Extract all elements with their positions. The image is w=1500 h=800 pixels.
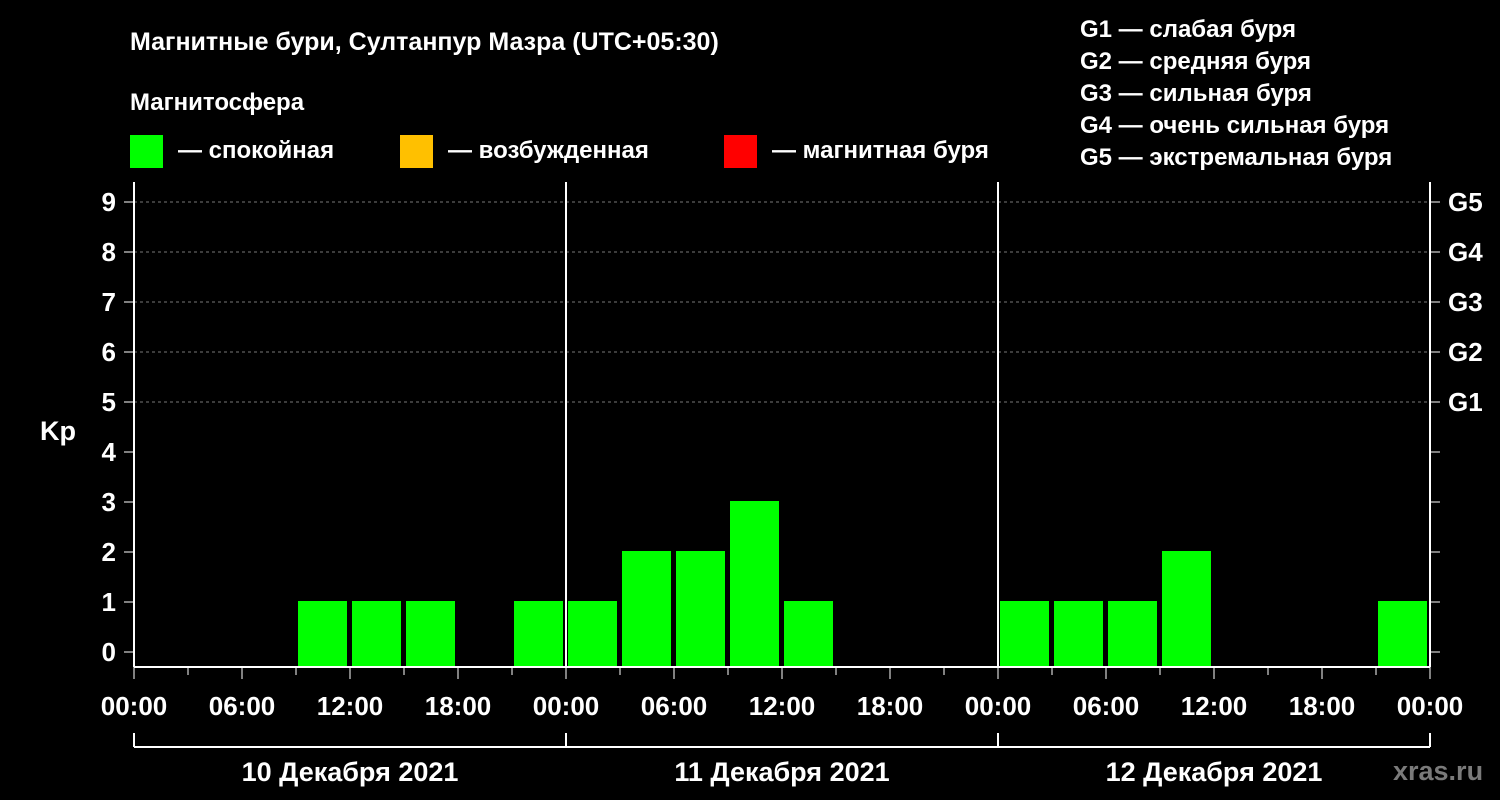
watermark: xras.ru: [1393, 756, 1483, 786]
y-tick-label: 9: [102, 187, 116, 217]
day-label: 12 Декабря 2021: [1106, 757, 1323, 787]
legend-label-excited: — возбужденная: [448, 137, 649, 164]
g-level-label: G4: [1448, 237, 1483, 267]
x-tick-label: 00:00: [533, 691, 600, 721]
x-tick-label: 12:00: [749, 691, 816, 721]
g-scale-g1: G1 — слабая буря: [1080, 16, 1296, 43]
y-tick-label: 1: [102, 587, 116, 617]
legend-heading: Магнитосфера: [130, 89, 305, 116]
plot-area: 0 1 2 3 4 5 6 7 8 9 G1 G2 G3 G4 G5 00:00 06:00 12:00 18:00…: [101, 182, 1483, 787]
y-tick-label: 2: [102, 537, 116, 567]
bar-18: [1108, 601, 1157, 667]
chart-title: Магнитные бури, Султанпур Мазра (UTC+05:…: [130, 28, 719, 56]
x-tick-label: 18:00: [425, 691, 492, 721]
y-tick-label: 5: [102, 387, 116, 417]
legend-swatch-storm: [724, 135, 757, 168]
legend-label-storm: — магнитная буря: [772, 137, 989, 164]
x-tick-label: 18:00: [857, 691, 924, 721]
y-tick-label: 7: [102, 287, 116, 317]
x-tick-label: 06:00: [209, 691, 276, 721]
g-level-label: G1: [1448, 387, 1483, 417]
bar-12: [784, 601, 833, 667]
x-tick-label: 12:00: [317, 691, 384, 721]
legend-swatch-excited: [400, 135, 433, 168]
x-tick-label: 06:00: [1073, 691, 1140, 721]
g-scale-g5: G5 — экстремальная буря: [1080, 144, 1392, 171]
day-label: 11 Декабря 2021: [674, 757, 889, 787]
bar-3: [298, 601, 347, 667]
day-label: 10 Декабря 2021: [242, 757, 459, 787]
bar-17: [1054, 601, 1103, 667]
bar-11: [730, 501, 779, 667]
x-tick-label: 00:00: [101, 691, 168, 721]
y-tick-label: 8: [102, 237, 116, 267]
bar-9: [622, 551, 671, 667]
y-tick-label: 6: [102, 337, 116, 367]
g-scale-g4: G4 — очень сильная буря: [1080, 112, 1389, 139]
g-level-label: G3: [1448, 287, 1483, 317]
bar-19: [1162, 551, 1211, 667]
bar-23: [1378, 601, 1427, 667]
g-scale-g2: G2 — средняя буря: [1080, 48, 1311, 75]
y-tick-label: 3: [102, 487, 116, 517]
bar-7: [514, 601, 563, 667]
y-tick-label: 0: [102, 637, 116, 667]
bar-10: [676, 551, 725, 667]
bar-8: [568, 601, 617, 667]
g-level-label: G2: [1448, 337, 1483, 367]
x-tick-label: 18:00: [1289, 691, 1356, 721]
legend-label-quiet: — спокойная: [178, 137, 334, 164]
x-tick-label: 00:00: [1397, 691, 1464, 721]
kp-chart: Магнитные бури, Султанпур Мазра (UTC+05:…: [40, 16, 1483, 787]
x-tick-label: 06:00: [641, 691, 708, 721]
bar-16: [1000, 601, 1049, 667]
g-scale-g3: G3 — сильная буря: [1080, 80, 1312, 107]
x-tick-label: 12:00: [1181, 691, 1248, 721]
bar-4: [352, 601, 401, 667]
y-tick-label: 4: [102, 437, 117, 467]
bar-5: [406, 601, 455, 667]
y-axis-label: Kp: [40, 416, 76, 446]
g-level-label: G5: [1448, 187, 1483, 217]
x-tick-label: 00:00: [965, 691, 1032, 721]
legend-swatch-quiet: [130, 135, 163, 168]
